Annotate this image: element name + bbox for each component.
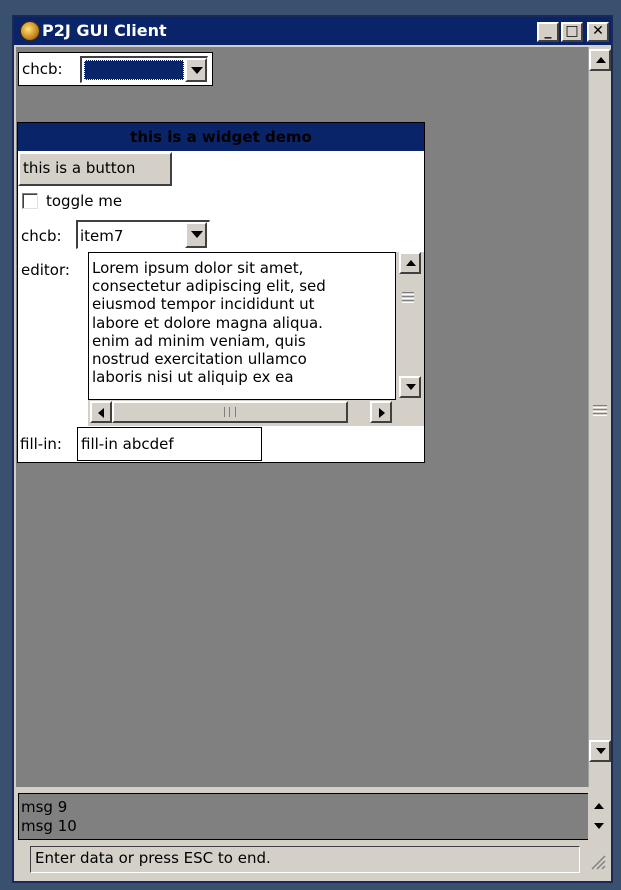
top-combo-container: chcb: [18, 52, 213, 86]
resize-grip-icon[interactable] [588, 852, 606, 870]
arrow-right-icon [379, 408, 385, 418]
editor-line: labore et dolore magna aliqua. [92, 313, 323, 332]
top-combo-label: chcb: [22, 60, 63, 78]
chcb-dropdown-button[interactable] [185, 222, 207, 248]
editor-hscroll-thumb[interactable] [112, 401, 348, 423]
arrow-down-icon [406, 384, 416, 390]
chevron-down-icon [191, 231, 203, 238]
fillin-label: fill-in: [20, 435, 62, 453]
editor-content: Lorem ipsum dolor sit amet, consectetur a… [92, 259, 392, 386]
arrow-up-icon [596, 57, 606, 63]
close-button[interactable]: ✕ [587, 22, 609, 42]
arrow-down-icon [594, 823, 604, 829]
status-text: Enter data or press ESC to end. [30, 846, 580, 873]
editor-scroll-right-button[interactable] [370, 401, 392, 423]
top-combo-value [84, 60, 184, 80]
chcb-combo-box[interactable]: item7 [76, 220, 210, 249]
window-title: P2J GUI Client [42, 21, 167, 40]
arrow-left-icon [98, 408, 104, 418]
editor-line: eiusmod tempor incididunt ut [92, 295, 315, 314]
maximize-button[interactable]: □ [561, 22, 583, 42]
chcb-label: chcb: [21, 227, 62, 245]
minimize-icon: _ [544, 23, 552, 39]
fillin-field[interactable]: fill-in abcdef [77, 427, 262, 461]
minimize-button[interactable]: _ [537, 22, 559, 42]
top-combo-box[interactable] [80, 56, 208, 83]
toggle-checkbox[interactable] [22, 193, 38, 209]
chcb-combo-value: item7 [80, 227, 124, 245]
editor-textarea[interactable]: Lorem ipsum dolor sit amet, consectetur a… [88, 252, 396, 400]
chevron-down-icon [191, 67, 203, 74]
maximize-icon: □ [565, 23, 579, 39]
editor-scroll-down-button[interactable] [399, 376, 421, 398]
msg-scroll-up-button[interactable] [589, 795, 609, 815]
editor-horizontal-scrollbar[interactable] [88, 400, 424, 426]
editor-vertical-scrollbar[interactable] [396, 252, 424, 400]
main-vertical-scrollbar[interactable] [588, 47, 611, 787]
arrow-up-icon [406, 260, 416, 266]
editor-line: consectetur adipiscing elit, sed [92, 277, 326, 296]
demo-button[interactable]: this is a button [18, 152, 172, 186]
message-line: msg 9 [21, 798, 68, 816]
arrow-down-icon [596, 748, 606, 754]
editor-scroll-left-button[interactable] [90, 401, 112, 423]
editor-label: editor: [21, 261, 70, 279]
editor-line: laboris nisi ut aliquip ex ea [92, 368, 294, 387]
message-area: msg 9 msg 10 [18, 793, 611, 840]
msg-scroll-down-button[interactable] [589, 817, 609, 837]
close-icon: ✕ [592, 23, 604, 39]
editor-line: Lorem ipsum dolor sit amet, [92, 259, 304, 277]
editor-line: enim ad minim veniam, quis [92, 331, 306, 350]
top-combo-dropdown-button[interactable] [185, 58, 207, 82]
frame-title: this is a widget demo [18, 123, 424, 151]
app-icon [20, 21, 40, 41]
editor-scroll-up-button[interactable] [399, 252, 421, 274]
scroll-down-button[interactable] [589, 740, 611, 762]
scroll-up-button[interactable] [589, 49, 611, 71]
arrow-up-icon [594, 803, 604, 809]
toggle-label[interactable]: toggle me [46, 191, 122, 211]
editor-line: nostrud exercitation ullamco [92, 350, 307, 369]
message-scrollbar[interactable] [588, 793, 611, 840]
message-line: msg 10 [21, 817, 77, 835]
editor-scroll-grip-icon[interactable] [402, 290, 414, 304]
scroll-grip-icon[interactable] [593, 402, 607, 416]
grip-icon [224, 407, 236, 417]
